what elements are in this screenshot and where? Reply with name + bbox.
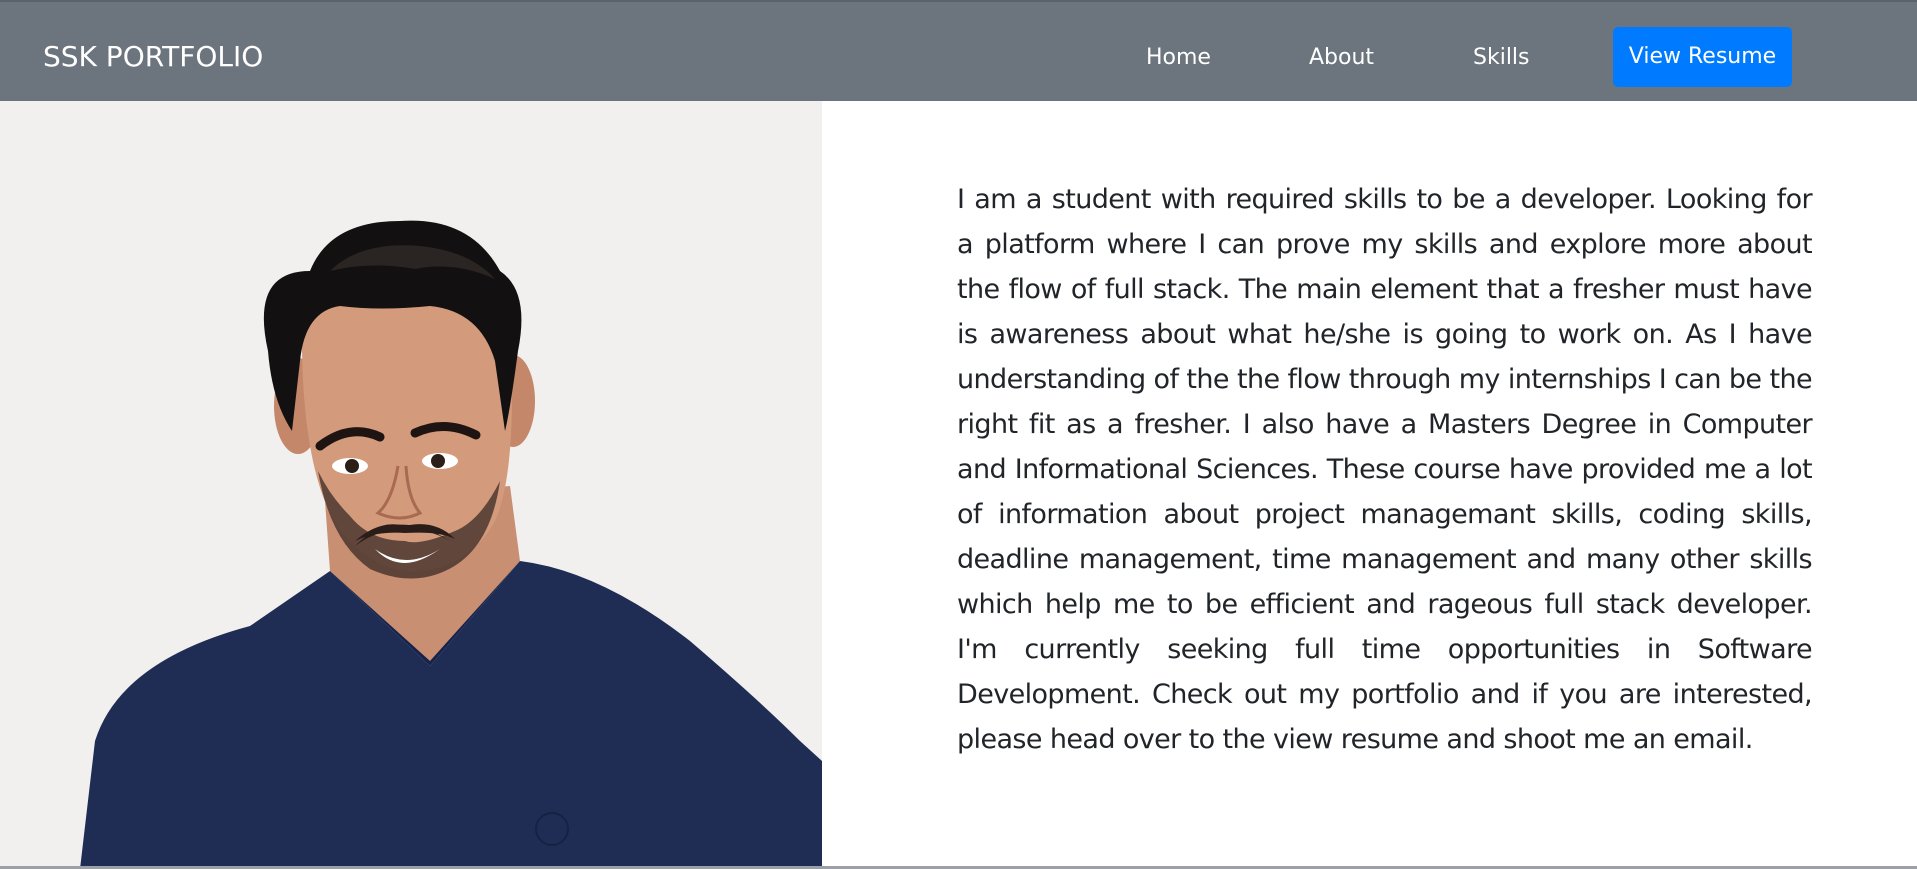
view-resume-button[interactable]: View Resume: [1613, 27, 1792, 87]
nav-link-home[interactable]: Home: [1146, 44, 1211, 72]
portrait-illustration: [0, 101, 822, 869]
about-paragraph: I am a student with required skills to b…: [957, 184, 1813, 755]
profile-photo: [0, 101, 822, 869]
nav-link-skills[interactable]: Skills: [1473, 44, 1530, 72]
brand-logo[interactable]: SSK PORTFOLIO: [43, 40, 263, 74]
navbar: SSK PORTFOLIO Home About Skills View Res…: [0, 0, 1917, 101]
portfolio-page: SSK PORTFOLIO Home About Skills View Res…: [0, 0, 1917, 869]
nav-link-about[interactable]: About: [1309, 44, 1374, 72]
